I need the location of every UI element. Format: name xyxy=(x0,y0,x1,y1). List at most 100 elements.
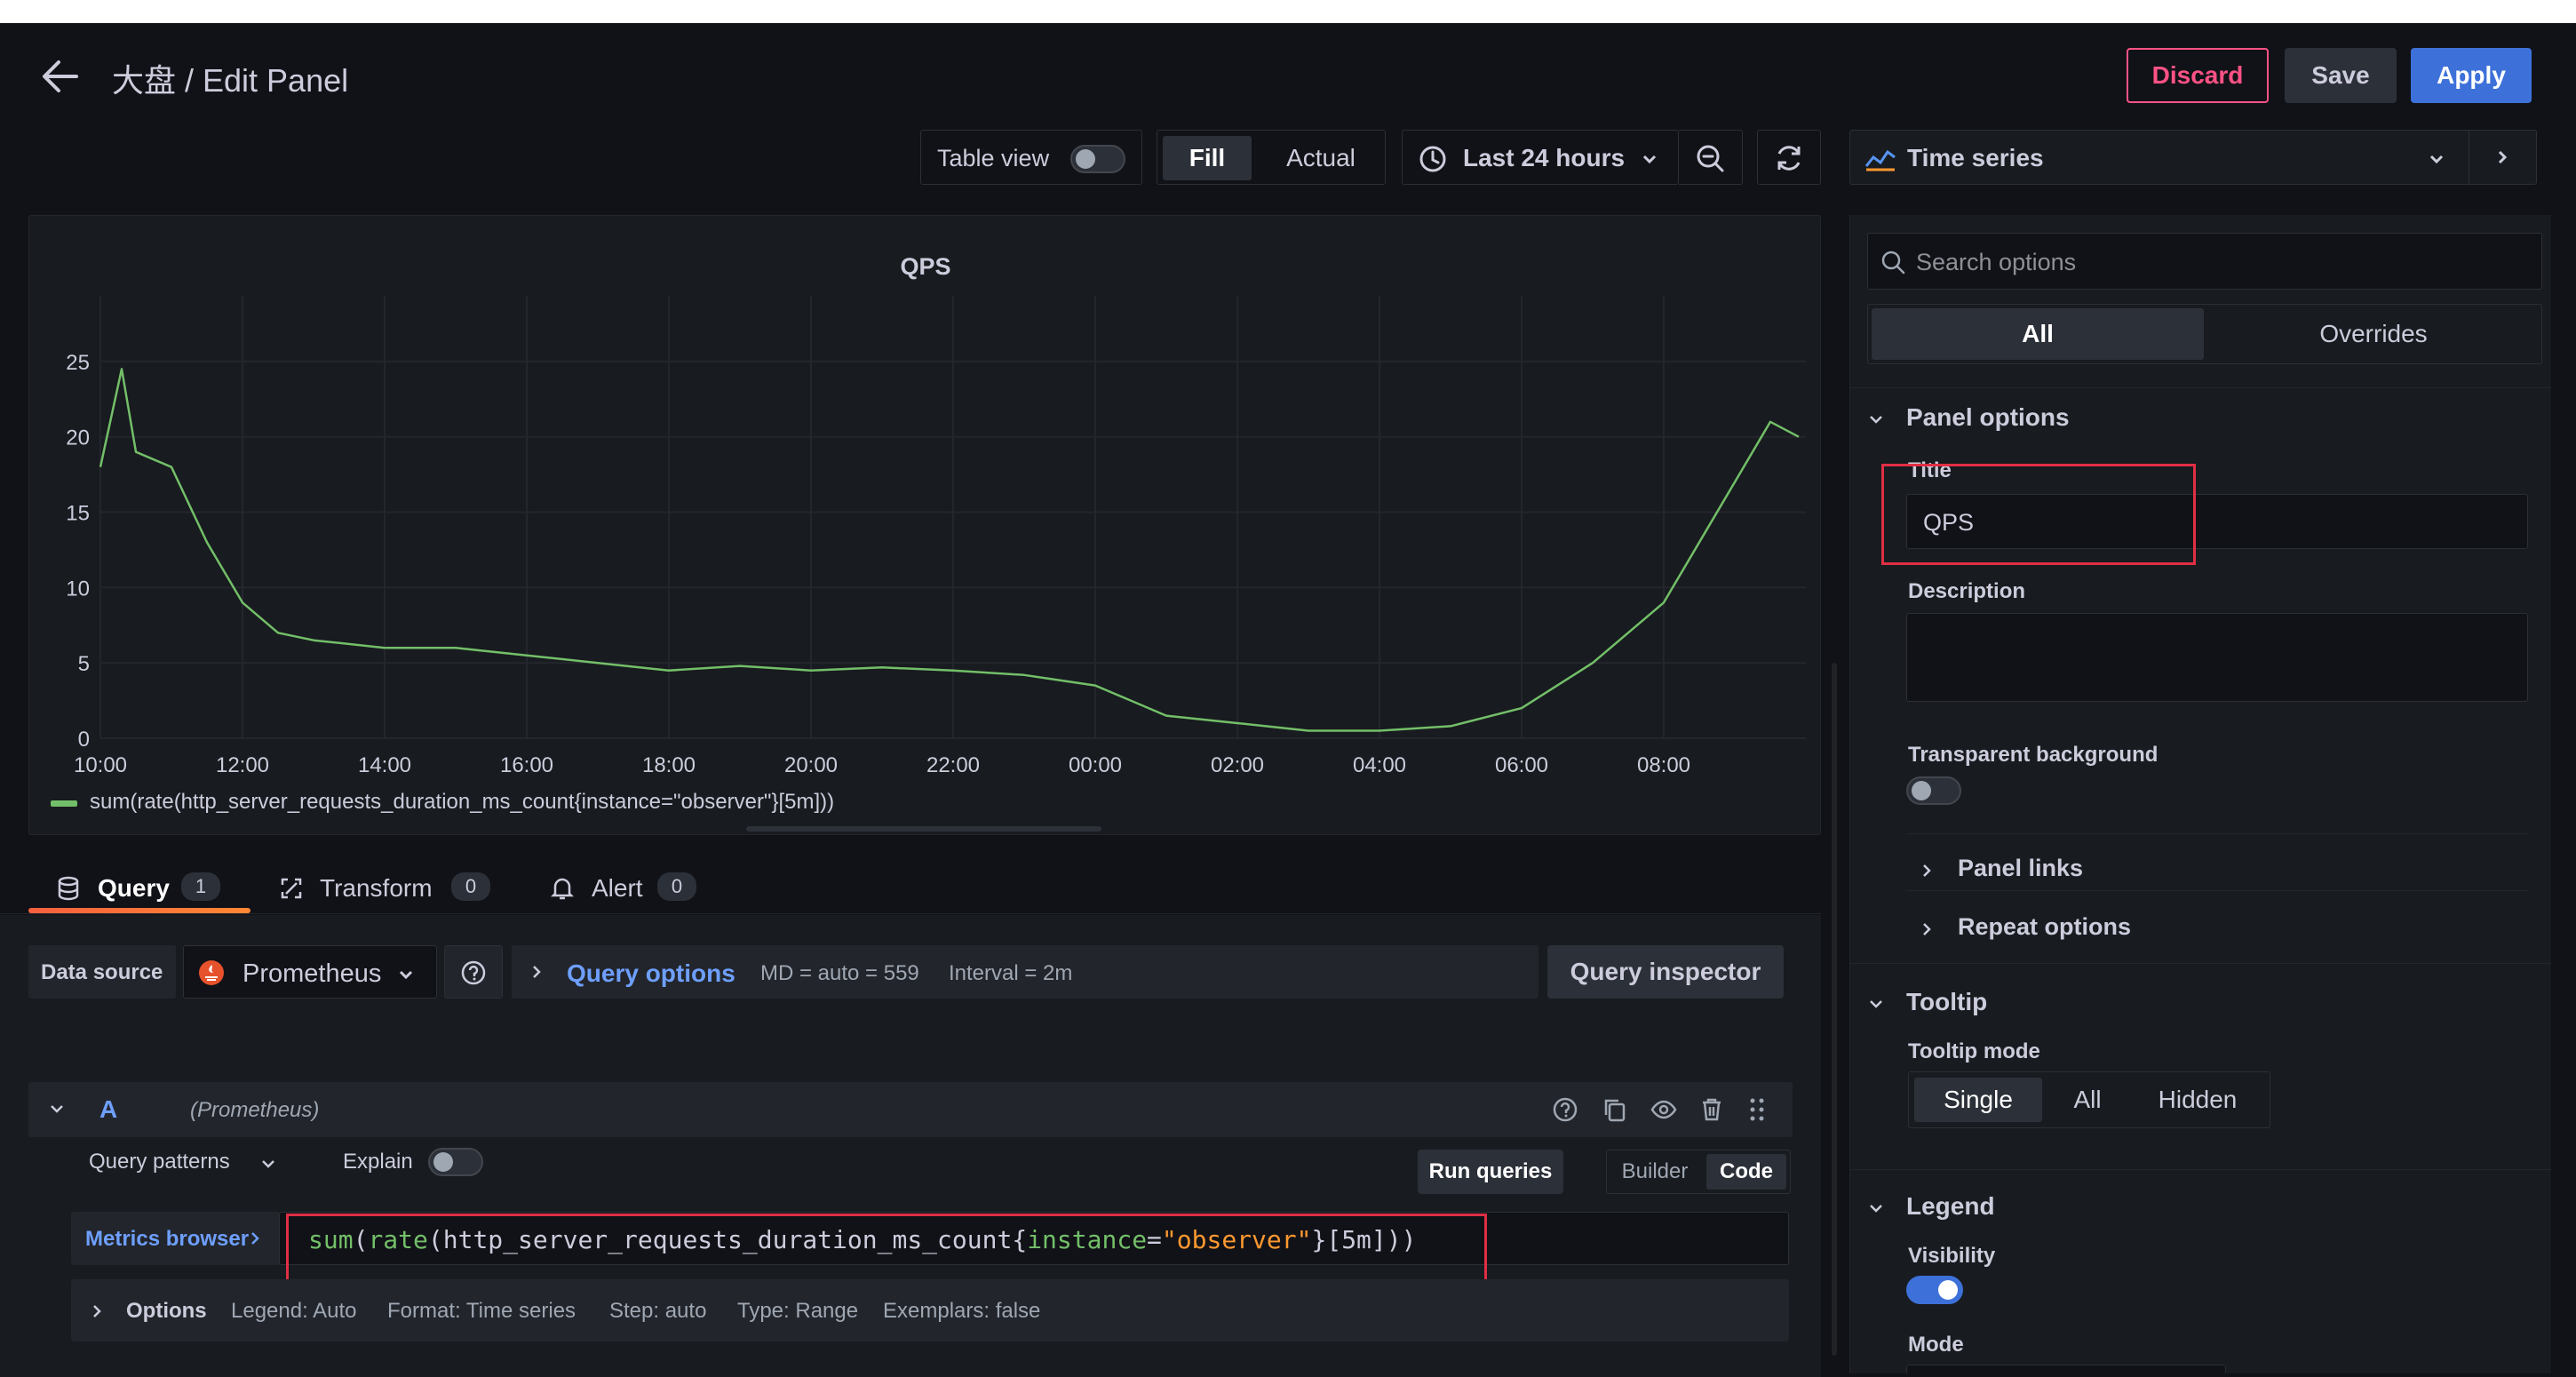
options-label: Options xyxy=(126,1299,207,1323)
time-series-icon xyxy=(1864,145,1896,171)
explain-label: Explain xyxy=(343,1150,413,1174)
legend-series-name[interactable]: sum(rate(http_server_requests_duration_m… xyxy=(90,790,834,815)
legend-visibility-toggle[interactable] xyxy=(1906,1276,1963,1304)
query-inspector-button[interactable]: Query inspector xyxy=(1547,945,1784,999)
panel-links-section[interactable]: Panel links xyxy=(1958,855,2083,882)
x-tick-label: 22:00 xyxy=(926,753,980,777)
query-patterns-button[interactable]: Query patterns xyxy=(89,1150,230,1174)
back-arrow-icon[interactable] xyxy=(41,59,80,94)
chevron-right-icon[interactable] xyxy=(1919,920,1935,938)
max-data-points: MD = auto = 559 xyxy=(760,961,919,985)
chevron-down-icon xyxy=(397,966,415,983)
legend-swatch xyxy=(51,800,77,807)
x-tick-label: 02:00 xyxy=(1211,753,1264,777)
repeat-options-section[interactable]: Repeat options xyxy=(1958,913,2131,941)
datasource-name: Prometheus xyxy=(242,959,382,988)
zoom-out-icon xyxy=(1695,143,1725,173)
y-tick-label: 20 xyxy=(66,426,90,450)
tab-transform[interactable]: Transform 0 xyxy=(277,862,499,913)
builder-button[interactable]: Builder xyxy=(1610,1154,1699,1190)
duplicate-icon[interactable] xyxy=(1602,1097,1627,1122)
explain-toggle[interactable] xyxy=(428,1148,483,1176)
description-textarea[interactable] xyxy=(1906,613,2528,702)
chevron-right-icon[interactable] xyxy=(2493,148,2511,166)
tooltip-section[interactable]: Tooltip xyxy=(1906,988,1987,1016)
query-datasource: (Prometheus) xyxy=(190,1098,320,1122)
zoom-out-button[interactable] xyxy=(1679,130,1743,185)
drag-handle-icon[interactable] xyxy=(1748,1097,1766,1122)
option-legend: Legend: Auto xyxy=(231,1299,357,1323)
help-icon[interactable] xyxy=(1553,1097,1578,1122)
query-row-header: A (Prometheus) xyxy=(28,1082,1793,1137)
fill-actual-group: Fill Actual xyxy=(1157,130,1386,185)
all-tab[interactable]: All xyxy=(1872,308,2204,360)
search-options-input[interactable]: Search options xyxy=(1867,233,2542,290)
help-icon xyxy=(461,960,486,985)
resize-handle[interactable] xyxy=(746,826,1101,832)
transparent-bg-toggle[interactable] xyxy=(1906,776,1961,805)
description-label: Description xyxy=(1908,579,2026,603)
overrides-tab[interactable]: Overrides xyxy=(2207,308,2540,360)
legend-mode-label: Mode xyxy=(1908,1333,1964,1357)
datasource-picker[interactable]: Prometheus xyxy=(183,945,437,999)
chevron-right-icon[interactable] xyxy=(1919,862,1935,880)
save-button[interactable]: Save xyxy=(2285,48,2397,103)
tab-query-count: 1 xyxy=(181,872,220,901)
qps-line-chart: 0 5 10 15 20 25 10:00 12:00 14:00 16:00 18:00 20:00… xyxy=(66,296,1806,777)
tooltip-hidden-option[interactable]: Hidden xyxy=(2131,1078,2264,1122)
x-tick-label: 08:00 xyxy=(1637,753,1690,777)
query-highlight-box xyxy=(286,1214,1487,1288)
trash-icon[interactable] xyxy=(1700,1097,1723,1122)
run-queries-button[interactable]: Run queries xyxy=(1418,1150,1563,1194)
transparent-bg-label: Transparent background xyxy=(1908,743,2159,767)
time-range-picker[interactable]: Last 24 hours xyxy=(1402,130,1679,185)
refresh-icon xyxy=(1774,143,1804,173)
visualization-picker[interactable]: Time series xyxy=(1849,130,2537,185)
chevron-down-icon[interactable] xyxy=(259,1155,277,1173)
chevron-right-icon xyxy=(247,1230,263,1247)
tooltip-mode-switch: Single All Hidden xyxy=(1908,1071,2270,1128)
x-tick-label: 18:00 xyxy=(642,753,696,777)
tab-alert[interactable]: Alert 0 xyxy=(549,862,727,913)
edit-panel-page: 大盘 / Edit Panel Discard Save Apply Table… xyxy=(0,23,2576,1377)
y-tick-label: 0 xyxy=(78,728,90,752)
tooltip-mode-label: Tooltip mode xyxy=(1908,1039,2040,1063)
discard-button[interactable]: Discard xyxy=(2127,48,2269,103)
chevron-down-icon[interactable] xyxy=(1867,1199,1885,1217)
metrics-browser-button[interactable]: Metrics browser xyxy=(71,1212,279,1265)
table-view-switch[interactable]: Table view xyxy=(920,130,1142,185)
tooltip-single-option[interactable]: Single xyxy=(1914,1078,2042,1122)
tab-query[interactable]: Query 1 xyxy=(28,862,250,913)
visualization-label: Time series xyxy=(1907,144,2044,171)
datasource-help-button[interactable] xyxy=(444,945,503,999)
legend-section[interactable]: Legend xyxy=(1906,1192,1995,1221)
vertical-scrollbar[interactable] xyxy=(1832,663,1837,1356)
fill-button[interactable]: Fill xyxy=(1163,136,1252,180)
chevron-down-icon[interactable] xyxy=(1867,995,1885,1013)
query-options-row[interactable]: Options Legend: Auto Format: Time series… xyxy=(71,1279,1789,1341)
y-tick-label: 5 xyxy=(78,652,90,676)
series-line xyxy=(99,368,1800,732)
panel-options-section[interactable]: Panel options xyxy=(1906,403,2070,432)
chevron-right-icon xyxy=(528,963,545,981)
table-view-toggle[interactable] xyxy=(1070,145,1125,173)
query-options-bar[interactable]: Query options MD = auto = 559 Interval =… xyxy=(512,945,1538,999)
x-tick-label: 16:00 xyxy=(500,753,553,777)
x-tick-label: 04:00 xyxy=(1353,753,1406,777)
code-button[interactable]: Code xyxy=(1706,1154,1786,1190)
x-tick-label: 10:00 xyxy=(74,753,127,777)
apply-button[interactable]: Apply xyxy=(2411,48,2532,103)
interval: Interval = 2m xyxy=(949,961,1073,985)
legend-mode-picker[interactable] xyxy=(1906,1365,2226,1373)
refresh-button[interactable] xyxy=(1757,130,1821,185)
eye-icon[interactable] xyxy=(1650,1097,1677,1122)
actual-button[interactable]: Actual xyxy=(1260,136,1381,180)
all-overrides-switch: All Overrides xyxy=(1867,304,2542,364)
chart-panel: QPS 0 5 10 15 20 25 10:00 12:00 14:00 16:00 18:00 2… xyxy=(28,215,1821,835)
chevron-down-icon[interactable] xyxy=(1867,410,1885,428)
query-ref-id[interactable]: A xyxy=(99,1095,117,1124)
table-view-label: Table view xyxy=(937,145,1050,171)
chevron-down-icon[interactable] xyxy=(48,1100,66,1118)
tooltip-all-option[interactable]: All xyxy=(2047,1078,2127,1122)
y-tick-label: 15 xyxy=(66,502,90,526)
